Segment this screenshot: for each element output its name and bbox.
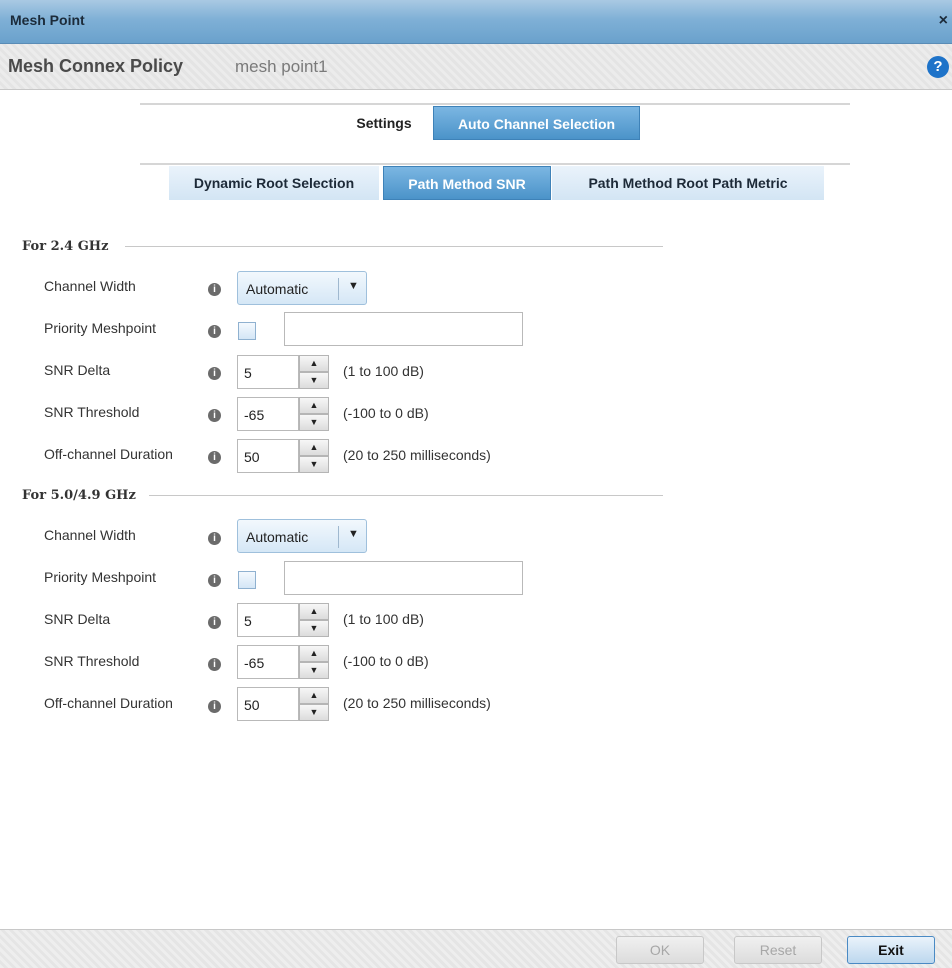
off-channel-duration-input[interactable]: 50	[237, 439, 299, 473]
snr-threshold-label: SNR Threshold	[44, 404, 140, 420]
priority-meshpoint-input[interactable]	[284, 561, 523, 595]
mesh-point-dialog: Mesh Point × Mesh Connex Policy mesh poi…	[0, 0, 952, 968]
spin-up-icon[interactable]: ▲	[299, 603, 329, 620]
tab-path-method-root-path-metric[interactable]: Path Method Root Path Metric	[552, 166, 824, 200]
off-channel-duration-input[interactable]: 50	[237, 687, 299, 721]
snr-threshold-stepper: ▲ ▼	[299, 397, 329, 431]
snr-delta-range: (1 to 100 dB)	[343, 611, 424, 627]
title-bar: Mesh Point ×	[0, 0, 952, 44]
snr-delta-range: (1 to 100 dB)	[343, 363, 424, 379]
snr-threshold-input[interactable]: -65	[237, 645, 299, 679]
spin-up-icon[interactable]: ▲	[299, 397, 329, 414]
chevron-down-icon: ▼	[348, 528, 359, 540]
off-channel-duration-label: Off-channel Duration	[44, 446, 173, 462]
info-icon[interactable]: i	[208, 700, 221, 713]
snr-delta-stepper: ▲ ▼	[299, 603, 329, 637]
priority-meshpoint-label: Priority Meshpoint	[44, 569, 157, 585]
priority-meshpoint-label: Priority Meshpoint	[44, 320, 157, 336]
spin-up-icon[interactable]: ▲	[299, 439, 329, 456]
channel-width-label: Channel Width	[44, 278, 136, 294]
spin-up-icon[interactable]: ▲	[299, 687, 329, 704]
spin-down-icon[interactable]: ▼	[299, 662, 329, 679]
off-channel-duration-stepper: ▲ ▼	[299, 439, 329, 473]
select-divider	[338, 526, 339, 548]
snr-threshold-input[interactable]: -65	[237, 397, 299, 431]
exit-button[interactable]: Exit	[847, 936, 935, 964]
section-divider	[125, 246, 663, 247]
snr-threshold-range: (-100 to 0 dB)	[343, 653, 429, 669]
tab-row-divider	[140, 103, 850, 105]
info-icon[interactable]: i	[208, 451, 221, 464]
channel-width-select[interactable]: Automatic ▼	[237, 271, 367, 305]
tab-settings[interactable]: Settings	[340, 106, 428, 140]
spin-down-icon[interactable]: ▼	[299, 372, 329, 389]
snr-threshold-range: (-100 to 0 dB)	[343, 405, 429, 421]
dialog-footer: OK Reset Exit	[0, 929, 952, 968]
tab-path-method-snr[interactable]: Path Method SNR	[383, 166, 551, 200]
priority-meshpoint-checkbox[interactable]	[238, 571, 256, 589]
section-heading-2-4ghz: For 2.4 GHz	[22, 239, 109, 254]
spin-down-icon[interactable]: ▼	[299, 620, 329, 637]
tab-row-divider	[140, 163, 850, 165]
channel-width-select[interactable]: Automatic ▼	[237, 519, 367, 553]
spin-up-icon[interactable]: ▲	[299, 355, 329, 372]
policy-name: mesh point1	[235, 57, 328, 76]
page-header: Mesh Connex Policy mesh point1 ?	[0, 44, 952, 90]
channel-width-value: Automatic	[246, 281, 309, 297]
spin-up-icon[interactable]: ▲	[299, 645, 329, 662]
channel-width-value: Automatic	[246, 529, 309, 545]
priority-meshpoint-checkbox[interactable]	[238, 322, 256, 340]
off-channel-duration-range: (20 to 250 milliseconds)	[343, 695, 491, 711]
snr-delta-label: SNR Delta	[44, 362, 111, 378]
off-channel-duration-label: Off-channel Duration	[44, 695, 173, 711]
channel-width-label: Channel Width	[44, 527, 136, 543]
info-icon[interactable]: i	[208, 574, 221, 587]
snr-threshold-stepper: ▲ ▼	[299, 645, 329, 679]
tab-dynamic-root-selection[interactable]: Dynamic Root Selection	[169, 166, 379, 200]
reset-button[interactable]: Reset	[734, 936, 822, 964]
section-heading-5ghz: For 5.0/4.9 GHz	[22, 488, 136, 503]
spin-down-icon[interactable]: ▼	[299, 456, 329, 473]
close-icon[interactable]: ×	[939, 12, 948, 30]
info-icon[interactable]: i	[208, 409, 221, 422]
spin-down-icon[interactable]: ▼	[299, 704, 329, 721]
snr-delta-label: SNR Delta	[44, 611, 111, 627]
tab-auto-channel-selection[interactable]: Auto Channel Selection	[433, 106, 640, 140]
ok-button[interactable]: OK	[616, 936, 704, 964]
select-divider	[338, 278, 339, 300]
chevron-down-icon: ▼	[348, 280, 359, 292]
section-divider	[149, 495, 663, 496]
snr-threshold-label: SNR Threshold	[44, 653, 140, 669]
snr-delta-input[interactable]: 5	[237, 355, 299, 389]
info-icon[interactable]: i	[208, 532, 221, 545]
info-icon[interactable]: i	[208, 367, 221, 380]
info-icon[interactable]: i	[208, 325, 221, 338]
window-title: Mesh Point	[10, 12, 85, 28]
help-icon[interactable]: ?	[927, 56, 949, 78]
spin-down-icon[interactable]: ▼	[299, 414, 329, 431]
snr-delta-stepper: ▲ ▼	[299, 355, 329, 389]
page-title: Mesh Connex Policy	[8, 56, 184, 76]
info-icon[interactable]: i	[208, 658, 221, 671]
off-channel-duration-range: (20 to 250 milliseconds)	[343, 447, 491, 463]
info-icon[interactable]: i	[208, 283, 221, 296]
snr-delta-input[interactable]: 5	[237, 603, 299, 637]
off-channel-duration-stepper: ▲ ▼	[299, 687, 329, 721]
info-icon[interactable]: i	[208, 616, 221, 629]
priority-meshpoint-input[interactable]	[284, 312, 523, 346]
